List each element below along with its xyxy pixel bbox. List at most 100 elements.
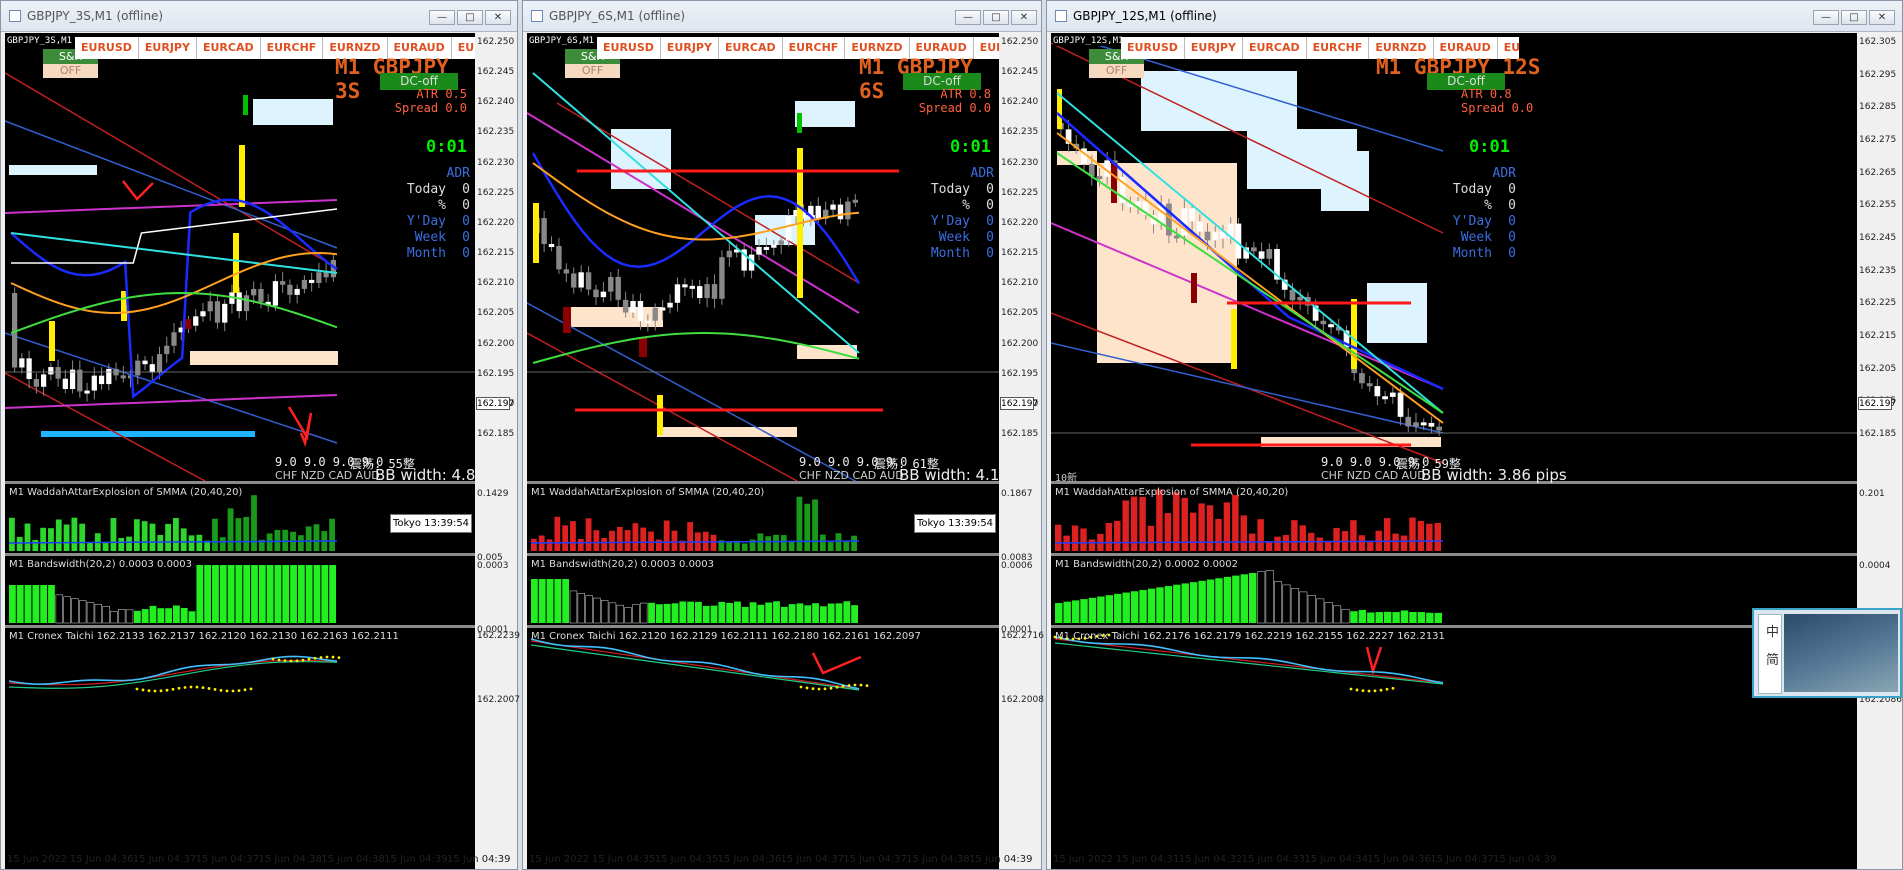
pair-button[interactable]: EURUSD <box>597 37 661 59</box>
bandwidth-bar <box>1139 589 1147 623</box>
chart-window-gbpjpy-6s[interactable]: GBPJPY_6S,M1 (offline) — □ ✕ GBPJPY_6S,M… <box>522 0 1044 870</box>
pane-splitter[interactable] <box>1051 553 1857 556</box>
pair-button[interactable]: EURJPY <box>660 37 719 59</box>
floating-ime-widget[interactable]: 中 简 <box>1752 608 1902 698</box>
pair-button[interactable]: EURCHF <box>260 37 324 59</box>
maximize-button[interactable]: □ <box>1841 10 1867 25</box>
signal-bar <box>233 233 239 293</box>
pair-button[interactable]: EURCAD <box>718 37 783 59</box>
candle <box>19 358 25 368</box>
bandwidth-bar <box>1400 610 1409 623</box>
taichi-signal-dot <box>331 655 335 659</box>
bandwidth-bar <box>655 604 663 623</box>
adr-row-label: % <box>438 198 446 213</box>
candle <box>1189 208 1195 222</box>
cloud-zone <box>1367 283 1427 343</box>
bandwidth-bar <box>243 565 251 623</box>
pair-button[interactable]: EURCHF <box>782 37 846 59</box>
price-axis-label: 162.205 <box>477 308 515 319</box>
pair-button[interactable]: EURUSD <box>1121 37 1185 59</box>
off-button[interactable]: OFF <box>565 64 620 78</box>
candle <box>1328 324 1334 328</box>
ime-chinese-toggle[interactable]: 中 <box>1766 621 1779 640</box>
wae-histogram-bar <box>827 542 834 551</box>
minimize-button[interactable]: — <box>429 10 455 25</box>
wae-indicator-label: M1 WaddahAttarExplosion of SMMA (20,40,2… <box>531 487 765 498</box>
pair-button[interactable]: EURJPY <box>1184 37 1243 59</box>
chart-canvas[interactable] <box>1051 33 1857 869</box>
wae-histogram-bar <box>609 530 615 551</box>
main-chart-area[interactable]: GBPJPY_6S,M1 S&R OFF EURUSD EURJPY EURCAD E… <box>527 33 999 869</box>
current-price-marker: 162.197 <box>1000 397 1039 410</box>
main-chart-area[interactable]: GBPJPY_12S,M1 S&R OFF EURUSD EURJPY EURCAD… <box>1051 33 1857 869</box>
time-axis-label: 15 Jun 04:36 <box>1367 854 1431 865</box>
time-axis-label: 15 Jun 04:34 <box>1304 854 1368 865</box>
candle <box>77 369 83 392</box>
maximize-button[interactable]: □ <box>983 10 1009 25</box>
candle <box>120 375 126 379</box>
chart-canvas[interactable] <box>527 33 999 869</box>
pair-button[interactable]: EURCAD <box>1242 37 1307 59</box>
candle <box>1397 392 1404 417</box>
pair-button[interactable]: EURJPY <box>138 37 197 59</box>
bandwidth-bar <box>663 603 671 623</box>
adr-row-label: % <box>1484 198 1492 213</box>
pane-splitter[interactable] <box>1051 625 1857 628</box>
taichi-signal-dot <box>301 658 305 662</box>
pair-button[interactable]: EURCHF <box>1306 37 1370 59</box>
annotation-arrow <box>811 652 862 675</box>
minimize-button[interactable]: — <box>955 10 981 25</box>
bandwidth-bar <box>1173 584 1181 623</box>
taichi-signal-dot <box>313 656 317 660</box>
time-axis-label: 15 Jun 2022 <box>529 854 590 865</box>
pane-splitter[interactable] <box>5 625 475 628</box>
ime-strip[interactable]: 中 简 <box>1758 614 1782 694</box>
adr-row-value: 0 <box>986 230 994 245</box>
candle <box>704 284 710 299</box>
adr-row-label: Month <box>1452 246 1492 261</box>
taichi-indicator-label: M1 Cronex Taichi 162.2133 162.2137 162.2… <box>9 631 399 642</box>
window-titlebar[interactable]: GBPJPY_3S,M1 (offline) — □ ✕ <box>1 1 517 32</box>
signal-bar <box>657 395 663 435</box>
window-titlebar[interactable]: GBPJPY_6S,M1 (offline) — □ ✕ <box>523 1 1041 32</box>
bandwidth-bar <box>282 565 290 623</box>
pane-splitter[interactable] <box>527 625 999 628</box>
close-button[interactable]: ✕ <box>1011 10 1037 25</box>
maximize-button[interactable]: □ <box>457 10 483 25</box>
wae-histogram-bar <box>796 496 803 551</box>
chart-canvas[interactable] <box>5 33 475 869</box>
bandwidth-bar <box>1249 573 1257 623</box>
wae-histogram-bar <box>1114 520 1121 551</box>
time-axis-label: 15 Jun 04:37 <box>780 854 844 865</box>
wae-histogram-bar <box>126 536 132 551</box>
price-axis-label: 162.245 <box>477 67 515 78</box>
pair-button[interactable]: EURCAD <box>196 37 261 59</box>
cloud-zone <box>253 99 333 125</box>
pane-splitter[interactable] <box>527 553 999 556</box>
bandwidth-bar <box>141 609 149 623</box>
chart-window-gbpjpy-12s[interactable]: GBPJPY_12S,M1 (offline) — □ ✕ GBPJPY_12S… <box>1046 0 1903 870</box>
indicator-scale-label: 0.0004 <box>1859 561 1891 571</box>
minimize-button[interactable]: — <box>1813 10 1839 25</box>
taichi-signal-dot <box>805 686 809 690</box>
pane-splitter[interactable] <box>5 553 475 556</box>
wae-histogram-bar <box>1105 522 1113 551</box>
close-button[interactable]: ✕ <box>485 10 511 25</box>
pair-button[interactable]: EURUSD <box>75 37 139 59</box>
price-axis-label: 162.240 <box>477 97 515 108</box>
price-axis-label: 162.305 <box>1859 37 1897 47</box>
taichi-signal-dot <box>135 687 139 691</box>
main-chart-area[interactable]: GBPJPY_3S,M1 S&R OFF EURUSD EURJPY EURCAD E… <box>5 33 475 869</box>
window-titlebar[interactable]: GBPJPY_12S,M1 (offline) — □ ✕ <box>1047 1 1902 32</box>
off-button[interactable]: OFF <box>43 64 98 78</box>
candle <box>1196 221 1203 232</box>
signal-bar <box>1191 273 1197 303</box>
close-button[interactable]: ✕ <box>1869 10 1895 25</box>
chart-window-gbpjpy-3s[interactable]: GBPJPY_3S,M1 (offline) — □ ✕ GBPJPY_3S,M… <box>0 0 520 870</box>
wae-histogram-bar <box>835 533 842 551</box>
ime-simplified-toggle[interactable]: 简 <box>1766 649 1779 668</box>
wae-histogram-bar <box>63 524 70 551</box>
taichi-signal-dot <box>207 687 211 690</box>
wae-histogram-bar <box>1122 500 1129 551</box>
off-button[interactable]: OFF <box>1089 64 1144 78</box>
